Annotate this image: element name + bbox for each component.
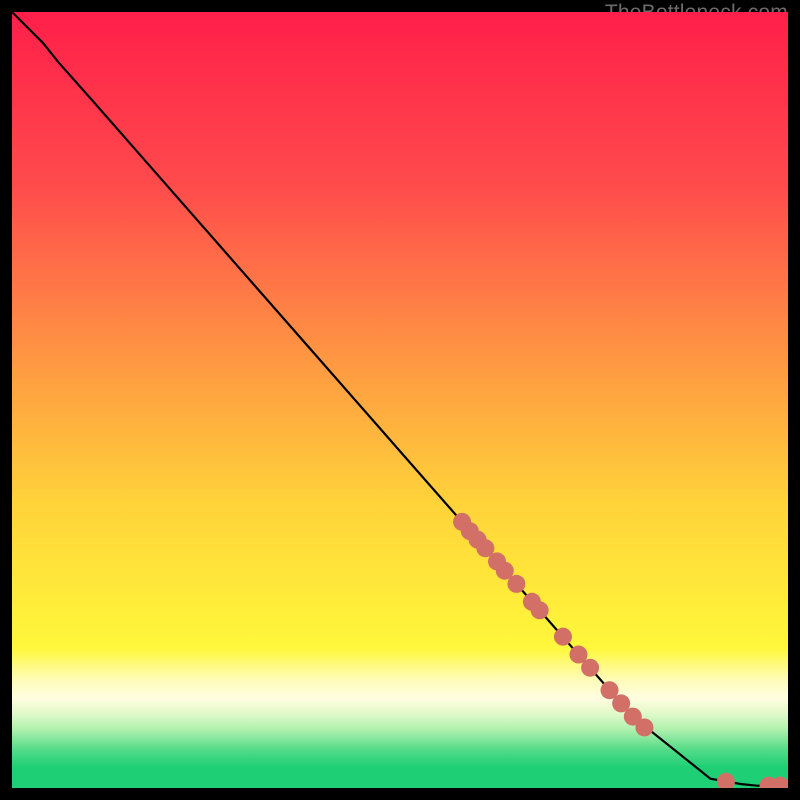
chart-svg: [12, 12, 788, 788]
chart-frame: TheBottleneck.com: [12, 12, 788, 788]
highlight-point: [554, 628, 572, 646]
highlight-point: [531, 601, 549, 619]
highlight-point: [581, 659, 599, 677]
highlight-point: [635, 718, 653, 736]
highlight-point: [507, 575, 525, 593]
chart-background: [12, 12, 788, 788]
